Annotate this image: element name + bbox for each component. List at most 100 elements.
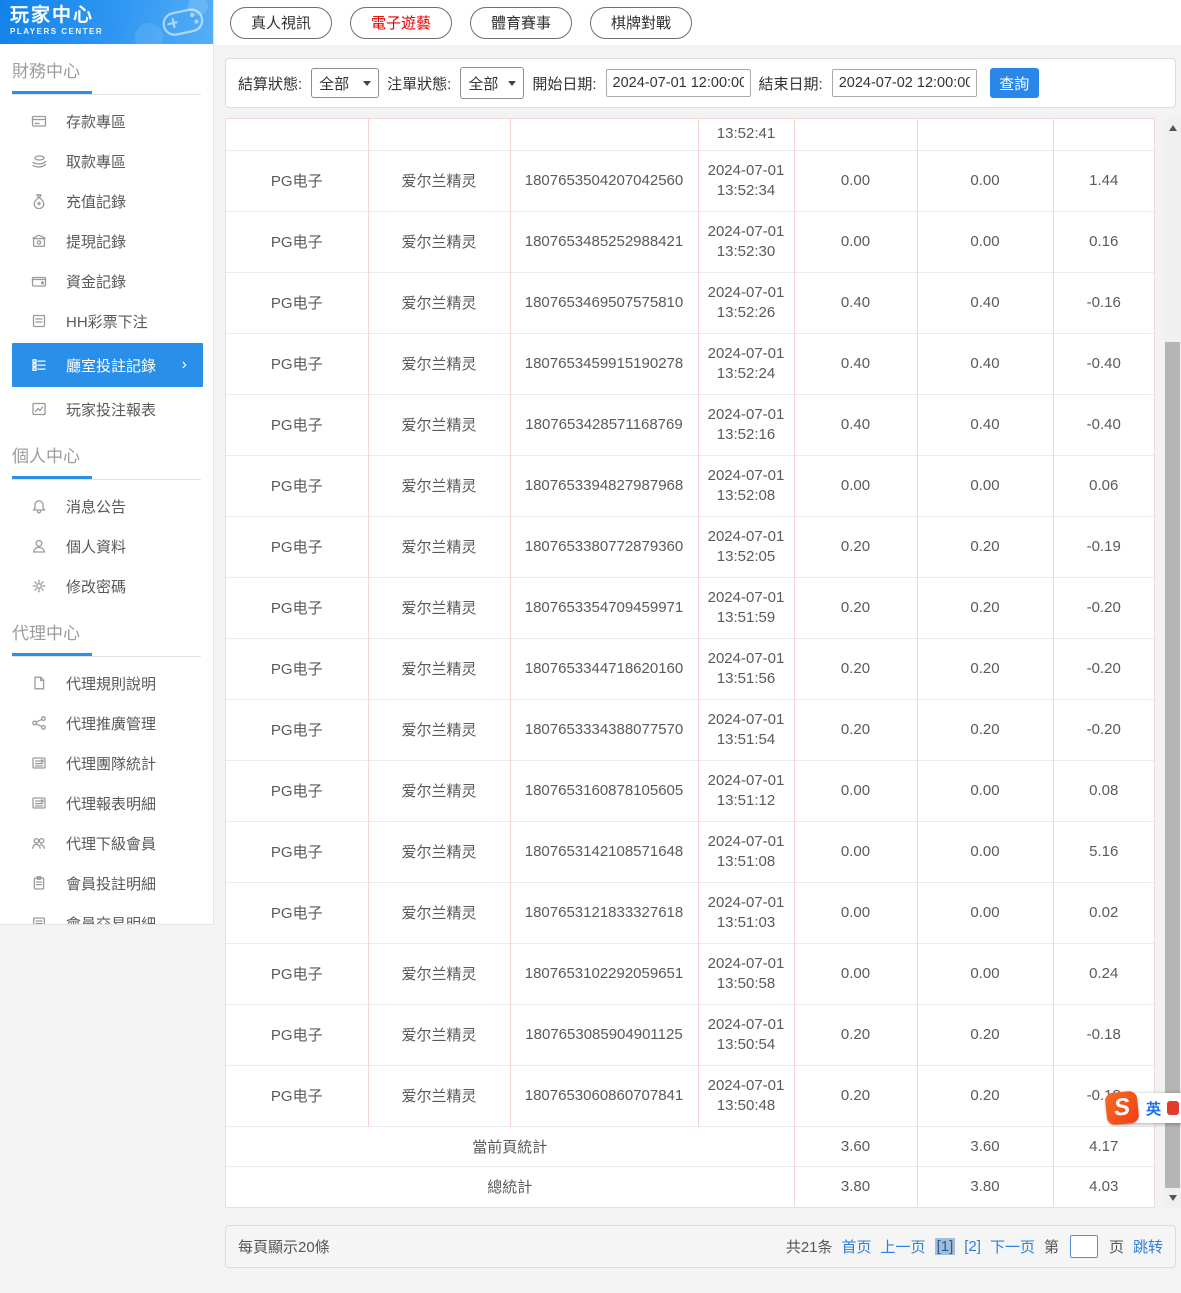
withdraw-record-icon (30, 233, 47, 250)
table-row: PG电子 爱尔兰精灵 1807653334388077570 2024-07-0… (226, 699, 1154, 760)
sidebar-item-label: 玩家投注報表 (66, 399, 156, 420)
game-category-tabbar: 真人視訊 電子遊藝 體育賽事 棋牌對戰 (214, 0, 1181, 45)
sidebar-item[interactable]: 代理推廣管理 (0, 703, 213, 743)
order-status-label: 注單狀態: (387, 73, 451, 94)
cell-win-loss: 1.44 (1053, 150, 1154, 211)
summary-row: 總統計 3.80 3.80 4.03 (226, 1166, 1154, 1206)
tab-體育賽事[interactable]: 體育賽事 (470, 7, 572, 39)
sidebar-item[interactable]: 玩家投注報表 (0, 389, 213, 429)
section-title: 代理中心 (0, 606, 213, 644)
sidebar-item[interactable]: 代理報表明細 (0, 783, 213, 823)
cell-win-loss: -0.20 (1053, 699, 1154, 760)
table-scrollbar[interactable] (1164, 118, 1181, 1208)
scrollbar-thumb[interactable] (1165, 342, 1180, 1188)
sidebar-item-label: 個人資料 (66, 536, 126, 557)
cell-bet-amount: 0.20 (794, 516, 917, 577)
pagination-bar: 每頁顯示20條 共21条 首页 上一页 [1] [2] 下一页 第 页 跳转 (225, 1225, 1176, 1268)
scroll-up-arrow-icon[interactable] (1164, 120, 1181, 136)
page-link-2[interactable]: [2] (964, 1238, 981, 1255)
page-link-上一页[interactable]: 上一页 (881, 1236, 926, 1257)
sidebar-item[interactable]: 代理規則說明 (0, 663, 213, 703)
page-link-首页[interactable]: 首页 (842, 1236, 872, 1257)
page: 玩家中心 PLAYERS CENTER (0, 0, 1181, 1293)
settle-status-select[interactable]: 全部 (311, 68, 379, 98)
cell-time: 2024-07-0113:51:08 (698, 821, 794, 882)
search-button[interactable]: 查詢 (990, 68, 1039, 98)
sidebar: 玩家中心 PLAYERS CENTER (0, 0, 214, 1293)
per-page-label: 每頁顯示20條 (238, 1236, 330, 1257)
ime-toolbar[interactable]: S 英 (1109, 1093, 1181, 1123)
sidebar-item[interactable]: 存款專區 (0, 101, 213, 141)
cell-win-loss: 0.08 (1053, 760, 1154, 821)
cell-bet-amount: 0.40 (794, 333, 917, 394)
sidebar-item[interactable]: 消息公告 (0, 486, 213, 526)
sidebar-item[interactable]: 會員交易明細 (0, 903, 213, 925)
cell-time: 2024-07-0113:52:24 (698, 333, 794, 394)
sidebar-item-label: HH彩票下注 (66, 311, 148, 332)
ime-status-icon[interactable] (1167, 1101, 1179, 1115)
cell-valid-bet: 0.00 (917, 943, 1053, 1004)
cell-valid-bet: 0.00 (917, 760, 1053, 821)
jump-button[interactable]: 跳转 (1133, 1236, 1163, 1257)
tab-電子遊藝[interactable]: 電子遊藝 (350, 7, 452, 39)
sidebar-item[interactable]: 取款專區 (0, 141, 213, 181)
ime-language-mode[interactable]: 英 (1146, 1098, 1161, 1119)
tab-真人視訊[interactable]: 真人視訊 (230, 7, 332, 39)
summary-row: 當前頁統計 3.60 3.60 4.17 (226, 1126, 1154, 1166)
cell-bet-amount: 0.00 (794, 882, 917, 943)
cell-bet-amount: 0.20 (794, 1065, 917, 1126)
sidebar-item[interactable]: 提現記錄 (0, 221, 213, 261)
deposit-card-icon (30, 113, 47, 130)
cell-game: 爱尔兰精灵 (368, 638, 510, 699)
cell-platform: PG电子 (226, 333, 368, 394)
filter-bar: 結算狀態: 全部 注單狀態: 全部 開始日期: 結束日期: 查詢 (225, 58, 1176, 108)
player-report-chart-icon (30, 401, 47, 418)
agent-members-users-icon (30, 835, 47, 852)
cell-win-loss: 0.06 (1053, 455, 1154, 516)
sidebar-item-label: 代理團隊統計 (66, 753, 156, 774)
cell-time: 2024-07-0113:50:58 (698, 943, 794, 1004)
sidebar-item-label: 會員交易明細 (66, 913, 156, 926)
cell-game: 爱尔兰精灵 (368, 211, 510, 272)
sidebar-item[interactable]: 代理下級會員 (0, 823, 213, 863)
section-items: 消息公告 個人資料 修改密碼 (0, 486, 213, 606)
sidebar-item[interactable]: HH彩票下注 (0, 301, 213, 341)
page-link-1[interactable]: [1] (935, 1238, 956, 1255)
end-date-input[interactable] (832, 69, 977, 97)
sidebar-item[interactable]: 會員投註明細 (0, 863, 213, 903)
summary-valid-bet: 3.60 (917, 1126, 1053, 1166)
sidebar-item[interactable]: 個人資料 (0, 526, 213, 566)
cell-order-id: 1807653380772879360 (510, 516, 698, 577)
settle-status-label: 結算狀態: (238, 73, 302, 94)
page-jump-input[interactable] (1070, 1235, 1098, 1258)
table-row: PG电子 爱尔兰精灵 1807653354709459971 2024-07-0… (226, 577, 1154, 638)
scroll-down-arrow-icon[interactable] (1164, 1190, 1181, 1206)
start-date-input[interactable] (606, 69, 751, 97)
section-underline (12, 476, 201, 480)
sidebar-item-label: 修改密碼 (66, 576, 126, 597)
order-status-select[interactable]: 全部 (460, 67, 524, 99)
cell-win-loss: -0.40 (1053, 333, 1154, 394)
sidebar-item[interactable]: 資金記錄 (0, 261, 213, 301)
page-link-下一页[interactable]: 下一页 (990, 1236, 1035, 1257)
table-row: PG电子 爱尔兰精灵 1807653485252988421 2024-07-0… (226, 211, 1154, 272)
cell-bet-amount: 0.20 (794, 638, 917, 699)
sidebar-item[interactable]: 修改密碼 (0, 566, 213, 606)
tab-棋牌對戰[interactable]: 棋牌對戰 (590, 7, 692, 39)
cell-valid-bet (917, 119, 1053, 150)
cell-order-id: 1807653354709459971 (510, 577, 698, 638)
cell-time: 2024-07-0113:51:54 (698, 699, 794, 760)
cell-time: 2024-07-0113:52:30 (698, 211, 794, 272)
sidebar-item[interactable]: 代理團隊統計 (0, 743, 213, 783)
section-title: 財務中心 (0, 44, 213, 82)
cell-order-id: 1807653459915190278 (510, 333, 698, 394)
sidebar-item[interactable]: 廳室投註記錄 › (12, 343, 203, 387)
sidebar-panel: 玩家中心 PLAYERS CENTER (0, 0, 214, 925)
sogou-ime-icon[interactable]: S (1104, 1090, 1139, 1125)
cell-game: 爱尔兰精灵 (368, 882, 510, 943)
table-row: PG电子 爱尔兰精灵 1807653394827987968 2024-07-0… (226, 455, 1154, 516)
table-row: PG电子 爱尔兰精灵 1807653344718620160 2024-07-0… (226, 638, 1154, 699)
sidebar-item-label: 資金記錄 (66, 271, 126, 292)
sidebar-item[interactable]: 充值記錄 (0, 181, 213, 221)
cell-order-id (510, 119, 698, 150)
